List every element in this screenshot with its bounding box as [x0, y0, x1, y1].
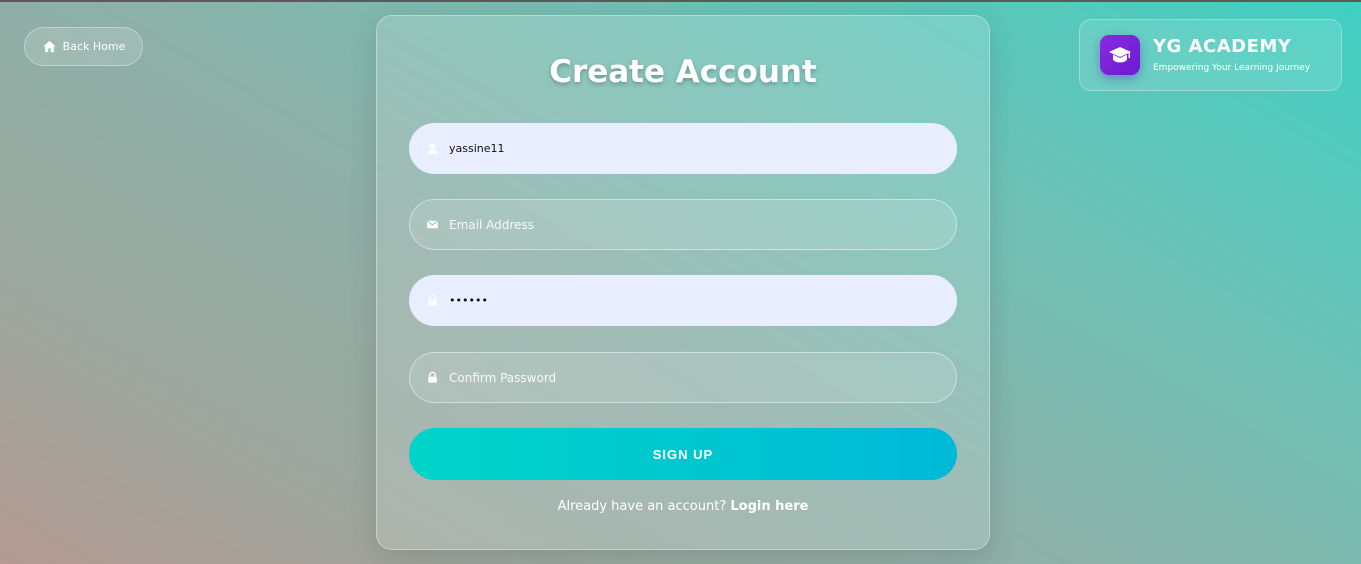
brand-logo [1100, 35, 1140, 75]
graduation-cap-icon [1108, 43, 1132, 67]
signup-card: Create Account yassine11 Email Address •… [376, 15, 990, 550]
login-link[interactable]: Login here [730, 499, 808, 514]
back-home-button[interactable]: Back Home [24, 27, 143, 66]
brand-card: YG ACADEMY Empowering Your Learning Jour… [1079, 19, 1342, 91]
user-icon [425, 142, 439, 156]
back-home-label: Back Home [62, 40, 126, 53]
sign-up-button[interactable]: SIGN UP [409, 428, 957, 480]
lock-icon [425, 294, 439, 308]
username-field[interactable] [409, 123, 957, 174]
confirm-password-field[interactable] [409, 352, 957, 403]
email-field[interactable] [409, 199, 957, 250]
password-input[interactable] [449, 294, 929, 307]
home-icon [42, 39, 57, 54]
login-prompt: Already have an account? Login here [377, 499, 989, 514]
email-input[interactable] [449, 217, 929, 232]
envelope-icon [425, 218, 439, 232]
username-input[interactable] [449, 142, 929, 155]
confirm-password-input[interactable] [449, 370, 929, 385]
password-field[interactable] [409, 275, 957, 326]
page-title: Create Account [549, 54, 817, 90]
login-prompt-text: Already have an account? [557, 499, 727, 514]
brand-subtitle: Empowering Your Learning Journey [1153, 62, 1311, 73]
lock-icon [425, 371, 439, 385]
brand-title: YG ACADEMY [1153, 35, 1292, 57]
